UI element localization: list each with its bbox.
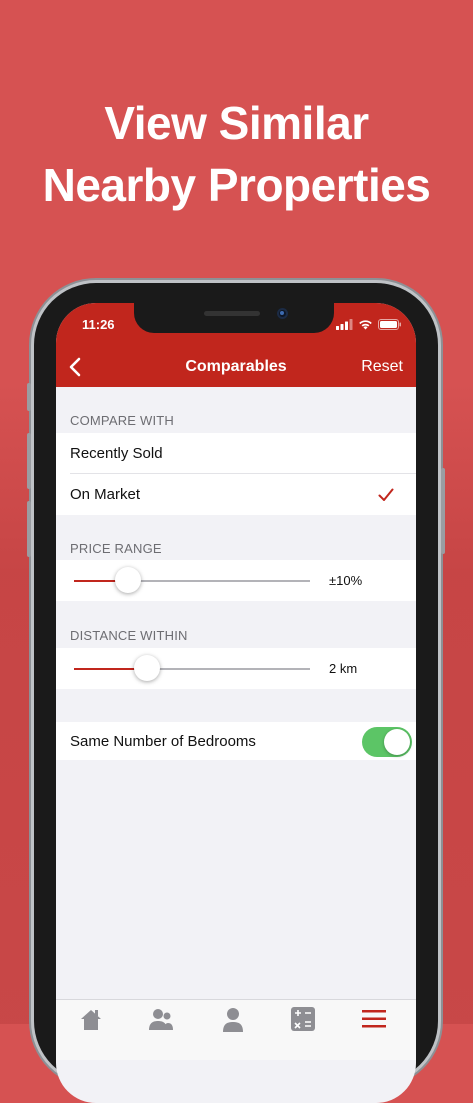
price-range-row: ±10% — [56, 560, 416, 601]
price-range-header: PRICE RANGE — [70, 541, 162, 556]
distance-slider[interactable] — [74, 655, 310, 681]
power-button — [441, 468, 445, 554]
distance-row: 2 km — [56, 648, 416, 689]
promo-headline: View Similar Nearby Properties — [0, 92, 473, 216]
option-label: Recently Sold — [70, 445, 163, 462]
person-icon[interactable] — [220, 1006, 246, 1032]
volume-up-button — [27, 433, 31, 489]
calculator-icon[interactable] — [290, 1006, 316, 1032]
mute-switch — [27, 383, 31, 411]
notch — [134, 303, 334, 333]
phone-frame: 11:26 Comparables Reset COMPARE WITH Rec… — [27, 283, 445, 1103]
people-icon[interactable] — [148, 1006, 174, 1032]
status-time: 11:26 — [82, 317, 115, 332]
reset-button[interactable]: Reset — [361, 358, 403, 376]
menu-icon[interactable] — [361, 1006, 387, 1032]
volume-down-button — [27, 501, 31, 557]
front-camera — [277, 308, 288, 319]
option-on-market[interactable]: On Market — [56, 474, 416, 515]
home-icon[interactable] — [78, 1006, 104, 1032]
option-recently-sold[interactable]: Recently Sold — [56, 433, 416, 474]
price-range-value: ±10% — [329, 573, 363, 588]
same-bedrooms-label: Same Number of Bedrooms — [70, 732, 256, 750]
signal-icon — [336, 319, 353, 330]
price-range-slider[interactable] — [74, 567, 310, 593]
battery-icon — [378, 319, 401, 330]
compare-with-header: COMPARE WITH — [70, 413, 174, 428]
navigation-bar: Comparables Reset — [56, 347, 416, 387]
slider-thumb[interactable] — [115, 567, 142, 593]
headline-line-1: View Similar — [104, 97, 369, 149]
phone-screen: 11:26 Comparables Reset COMPARE WITH Rec… — [56, 303, 416, 1103]
option-label: On Market — [70, 486, 141, 503]
speaker — [204, 311, 260, 316]
slider-thumb[interactable] — [134, 655, 161, 681]
checkmark-icon — [378, 488, 394, 501]
same-bedrooms-toggle[interactable] — [362, 727, 412, 757]
distance-within-header: DISTANCE WITHIN — [70, 628, 188, 643]
distance-value: 2 km — [329, 661, 358, 676]
status-icons — [336, 319, 402, 330]
same-bedrooms-row: Same Number of Bedrooms — [56, 722, 416, 760]
wifi-icon — [359, 320, 372, 330]
toggle-knob — [384, 729, 410, 755]
headline-line-2: Nearby Properties — [42, 159, 431, 211]
tab-bar — [56, 999, 416, 1060]
